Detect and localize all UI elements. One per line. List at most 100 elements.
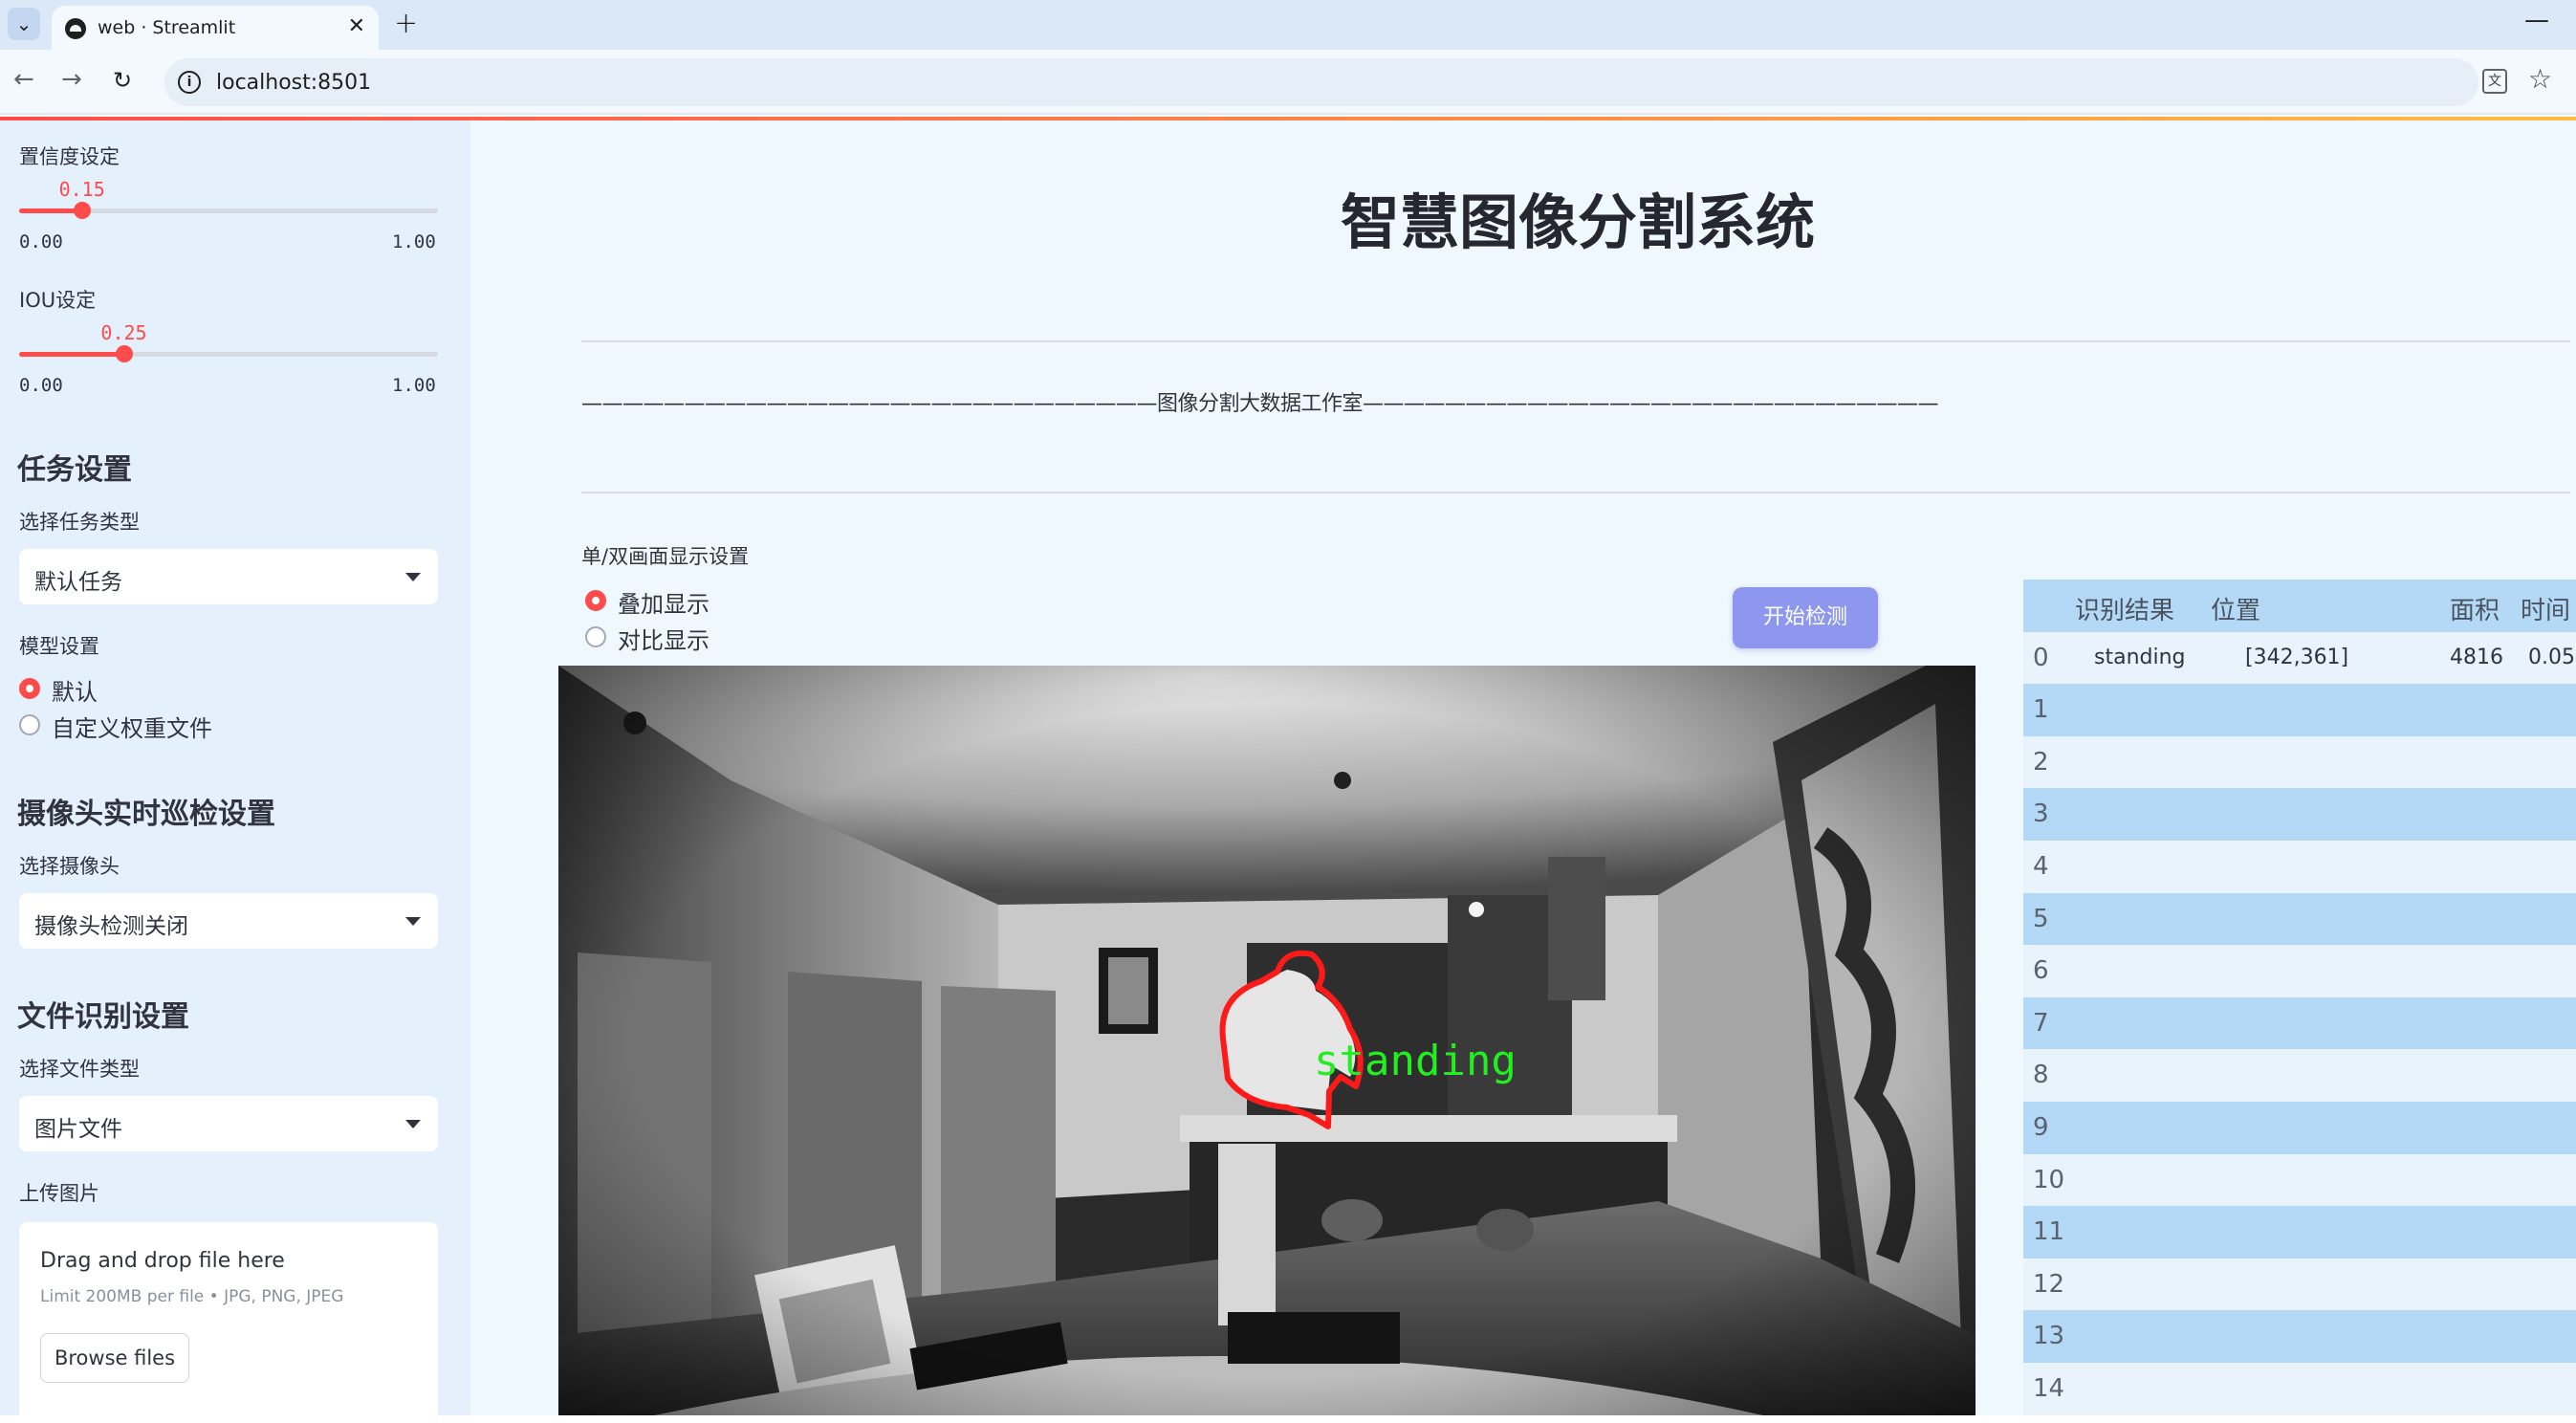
translate-icon[interactable]: 文: [2482, 69, 2507, 94]
iou-slider-fill: [19, 352, 124, 357]
streamlit-app: 置信度设定 0.15 0.00 1.00 IOU设定 0.25 0.00 1.0…: [0, 117, 2576, 1423]
detection-label: standing: [1314, 1037, 1517, 1085]
forward-arrow-icon[interactable]: →: [61, 65, 82, 94]
upload-label: 上传图片: [19, 1182, 99, 1205]
task-section-heading: 任务设置: [17, 453, 132, 487]
iou-label: IOU设定: [19, 289, 97, 312]
sidebar: 置信度设定 0.15 0.00 1.00 IOU设定 0.25 0.00 1.0…: [0, 120, 470, 1423]
back-arrow-icon[interactable]: ←: [13, 65, 34, 94]
row-index: 4: [2033, 852, 2049, 881]
table-row[interactable]: 3: [2023, 788, 2576, 841]
table-row[interactable]: 7: [2023, 996, 2576, 1050]
row-index: 10: [2033, 1165, 2065, 1194]
browser-tab[interactable]: web · Streamlit ✕: [52, 6, 379, 50]
column-header-position[interactable]: 位置: [2211, 591, 2260, 626]
browser-tab-bar: ⌄ web · Streamlit ✕ + —: [0, 0, 2576, 50]
radio-unselected-icon: [19, 714, 40, 735]
model-label: 模型设置: [19, 635, 99, 658]
confidence-slider-thumb[interactable]: [73, 202, 91, 219]
file-section-heading: 文件识别设置: [17, 1000, 189, 1034]
table-header-row: 识别结果 位置 面积 时间: [2023, 580, 2576, 632]
new-tab-icon[interactable]: +: [394, 7, 418, 40]
task-type-label: 选择任务类型: [19, 511, 140, 534]
detection-image: standing: [558, 666, 1976, 1415]
table-row[interactable]: 8: [2023, 1049, 2576, 1102]
row-index: 7: [2033, 1008, 2049, 1038]
model-option-default: 默认: [52, 679, 98, 706]
close-tab-icon[interactable]: ✕: [348, 14, 365, 38]
table-row[interactable]: 4: [2023, 841, 2576, 893]
row-index: 13: [2033, 1322, 2065, 1351]
cell-position: [342,361]: [2245, 645, 2349, 669]
table-row[interactable]: 1: [2023, 684, 2576, 736]
display-option-overlay: 叠加显示: [618, 591, 709, 618]
chevron-down-icon: ⌄: [15, 12, 33, 35]
row-index: 5: [2033, 904, 2049, 933]
dropzone-title: Drag and drop file here: [40, 1249, 285, 1273]
table-row[interactable]: 6: [2023, 945, 2576, 997]
row-index: 9: [2033, 1113, 2049, 1142]
divider: [581, 492, 2570, 493]
dropzone-limit: Limit 200MB per file • JPG, PNG, JPEG: [40, 1287, 344, 1306]
row-index: 12: [2033, 1269, 2065, 1299]
confidence-slider-fill: [19, 208, 82, 213]
url-field[interactable]: i localhost:8501: [164, 58, 2478, 106]
iou-slider-thumb[interactable]: [115, 345, 133, 362]
studio-banner: ————————————————————————————图像分割大数据工作室——…: [581, 392, 1939, 416]
camera-label: 选择摄像头: [19, 855, 120, 878]
task-type-select[interactable]: 默认任务: [19, 549, 438, 604]
model-option-custom: 自定义权重文件: [52, 715, 212, 742]
site-info-icon[interactable]: i: [178, 71, 201, 94]
table-row[interactable]: 0 standing [342,361] 4816 0.05: [2023, 631, 2576, 685]
table-row[interactable]: 2: [2023, 735, 2576, 789]
bookmark-star-icon[interactable]: ☆: [2528, 63, 2552, 95]
confidence-value: 0.15: [58, 178, 105, 201]
table-row[interactable]: 11: [2023, 1206, 2576, 1259]
confidence-max: 1.00: [392, 231, 436, 252]
start-detection-button[interactable]: 开始检测: [1733, 587, 1878, 648]
camera-value: 摄像头检测关闭: [34, 914, 188, 939]
camera-scene: standing: [558, 666, 1976, 1415]
iou-value: 0.25: [100, 321, 147, 344]
iou-max: 1.00: [392, 375, 436, 396]
row-index: 11: [2033, 1217, 2065, 1247]
browse-files-button[interactable]: Browse files: [40, 1333, 189, 1383]
file-type-select[interactable]: 图片文件: [19, 1096, 438, 1151]
table-row[interactable]: 5: [2023, 892, 2576, 946]
column-header-area[interactable]: 面积: [2450, 591, 2500, 626]
file-type-label: 选择文件类型: [19, 1058, 140, 1081]
tab-search-button[interactable]: ⌄: [8, 8, 40, 40]
row-index: 0: [2033, 643, 2049, 672]
row-index: 2: [2033, 747, 2049, 777]
table-row[interactable]: 10: [2023, 1153, 2576, 1207]
table-row[interactable]: 14: [2023, 1363, 2576, 1415]
cell-area: 4816: [2450, 645, 2503, 669]
address-bar: ← → ↻ i localhost:8501 文 ☆: [0, 50, 2576, 115]
table-row[interactable]: 13: [2023, 1310, 2576, 1363]
radio-selected-icon: [585, 590, 606, 611]
iou-slider[interactable]: [19, 345, 438, 362]
confidence-min: 0.00: [19, 231, 63, 252]
chevron-down-icon: [405, 917, 421, 926]
table-row[interactable]: 9: [2023, 1102, 2576, 1154]
row-index: 14: [2033, 1374, 2065, 1403]
cell-result: standing: [2094, 645, 2186, 669]
table-row[interactable]: 12: [2023, 1258, 2576, 1311]
row-index: 1: [2033, 695, 2049, 725]
file-dropzone[interactable]: Drag and drop file here Limit 200MB per …: [19, 1222, 438, 1423]
column-header-time[interactable]: 时间: [2521, 591, 2570, 626]
chevron-down-icon: [405, 1120, 421, 1128]
column-header-result[interactable]: 识别结果: [2075, 591, 2174, 626]
row-index: 8: [2033, 1061, 2049, 1090]
reload-icon[interactable]: ↻: [113, 67, 132, 94]
confidence-label: 置信度设定: [19, 145, 120, 168]
camera-select[interactable]: 摄像头检测关闭: [19, 893, 438, 949]
confidence-slider[interactable]: [19, 202, 438, 219]
file-type-value: 图片文件: [34, 1117, 122, 1142]
display-mode-label: 单/双画面显示设置: [581, 545, 750, 568]
page-title: 智慧图像分割系统: [1340, 187, 1815, 257]
task-type-value: 默认任务: [34, 570, 122, 595]
url-text[interactable]: localhost:8501: [216, 71, 371, 95]
divider: [581, 340, 2570, 342]
minimize-window-icon[interactable]: —: [2524, 6, 2549, 34]
